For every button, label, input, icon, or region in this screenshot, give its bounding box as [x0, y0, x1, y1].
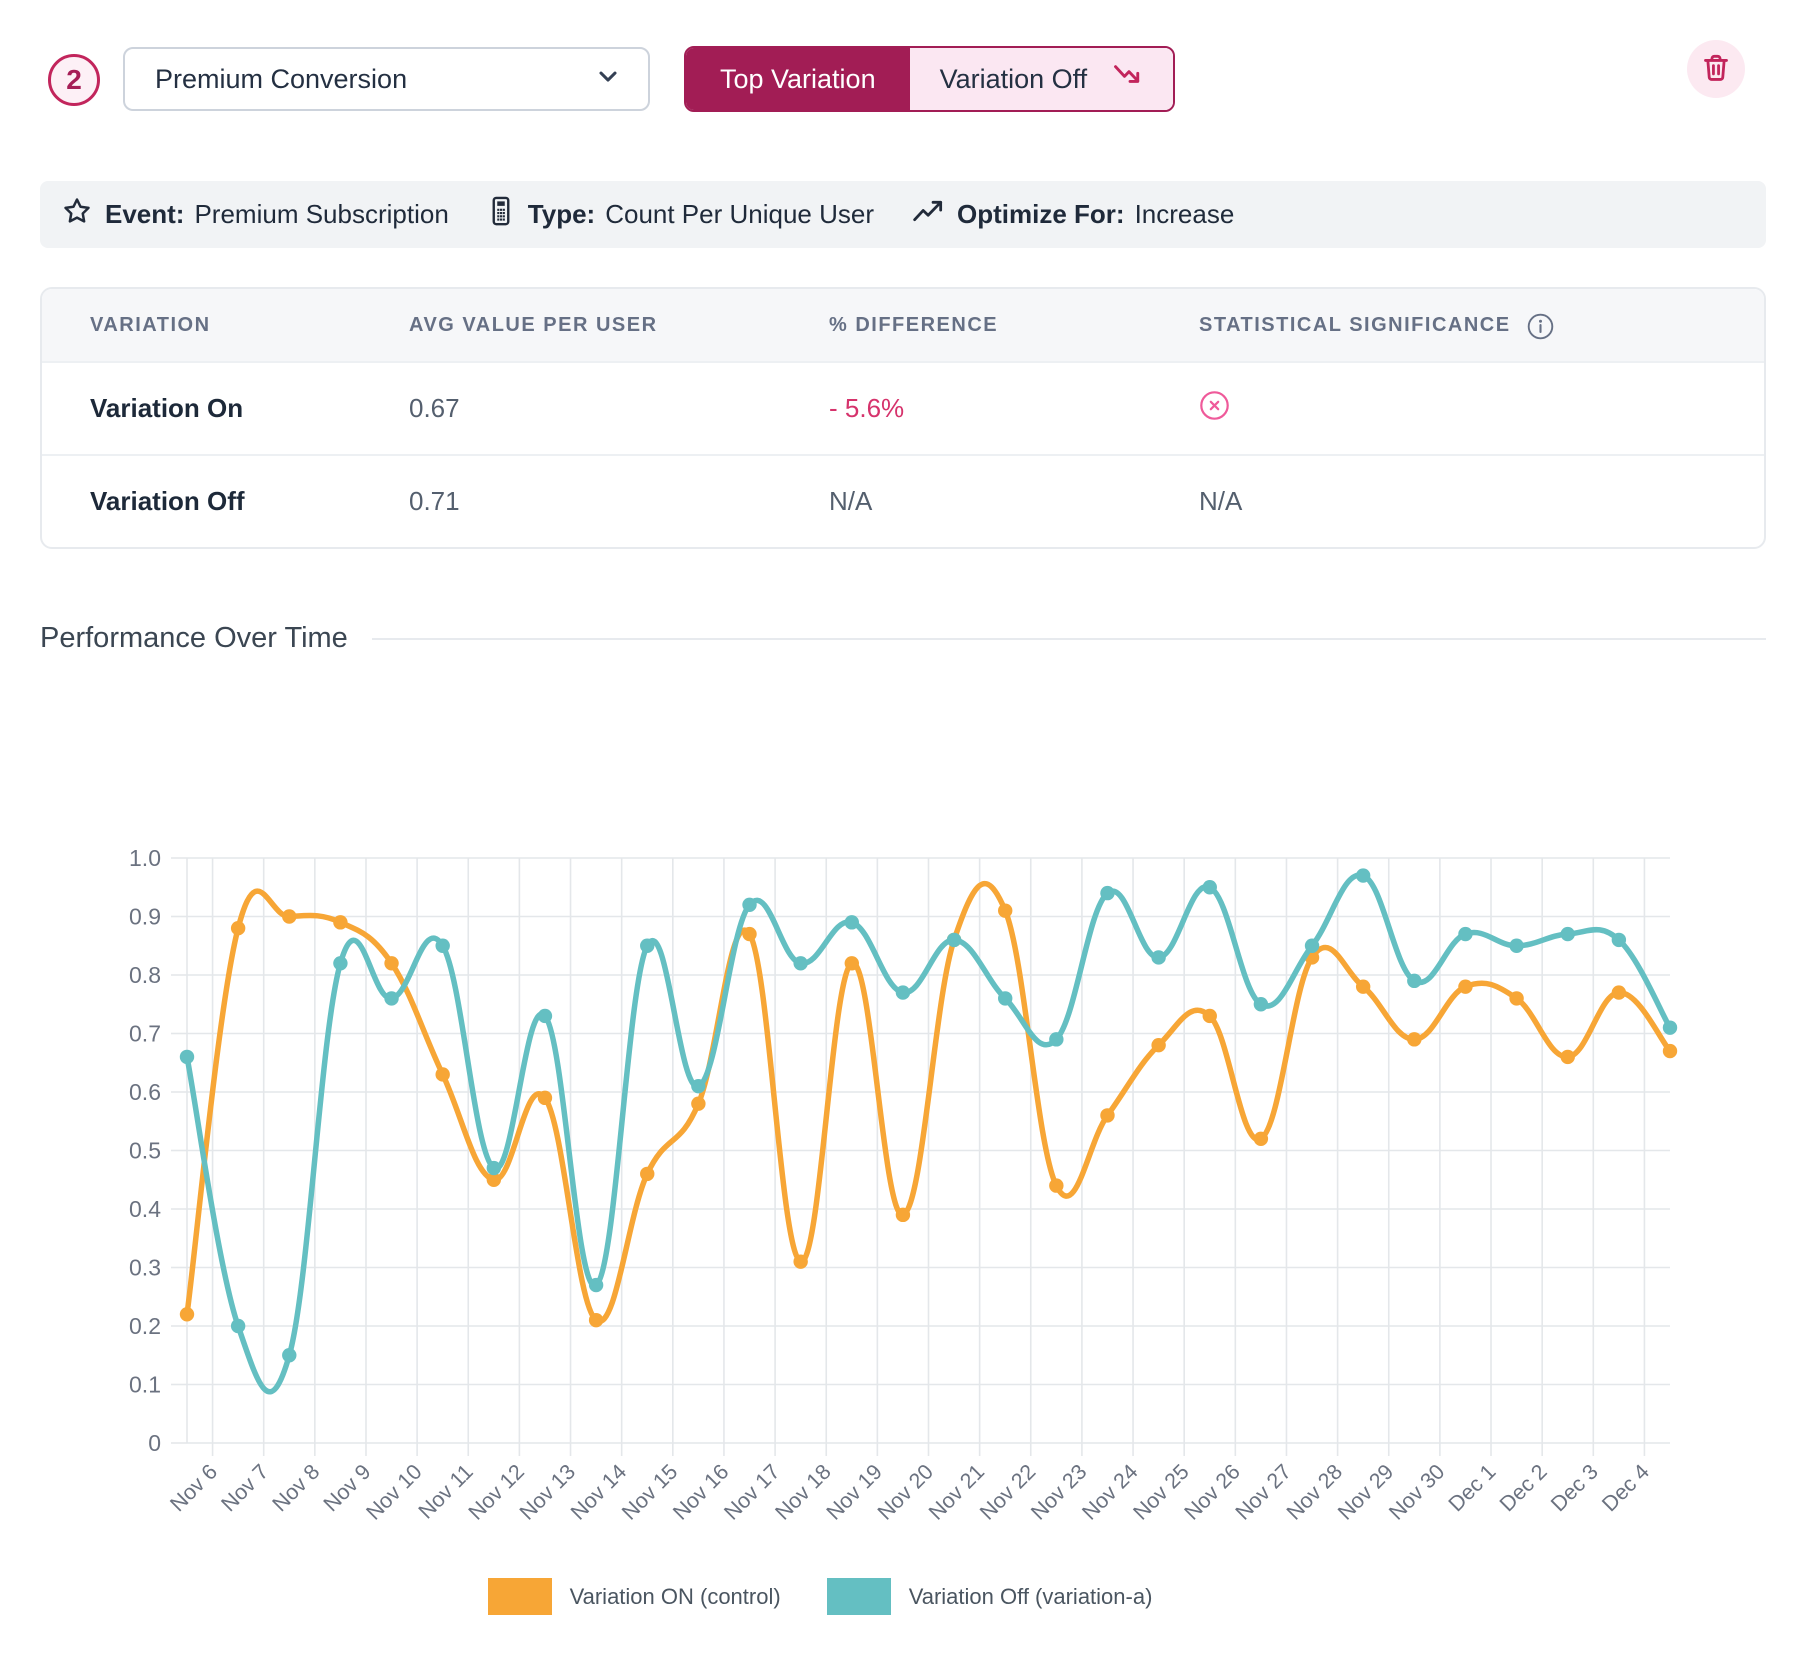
x-circle-icon — [1199, 390, 1230, 421]
chevron-down-icon — [594, 62, 622, 97]
delete-metric-button[interactable] — [1687, 40, 1745, 98]
performance-section-title: Performance Over Time — [40, 622, 348, 655]
winning-variation-label: Variation Off — [940, 64, 1088, 95]
svg-text:Nov 12: Nov 12 — [464, 1460, 529, 1525]
svg-text:Nov 21: Nov 21 — [924, 1460, 989, 1525]
svg-text:0.8: 0.8 — [129, 962, 161, 988]
svg-text:Nov 25: Nov 25 — [1129, 1460, 1194, 1525]
svg-text:Nov 26: Nov 26 — [1180, 1460, 1245, 1525]
legend-item[interactable]: Variation ON (control) — [488, 1578, 781, 1615]
col-difference: % DIFFERENCE — [829, 314, 1199, 337]
svg-text:0.6: 0.6 — [129, 1079, 161, 1105]
svg-text:0.9: 0.9 — [129, 904, 161, 930]
type-label: Type: — [528, 199, 595, 230]
summary-type: Type: Count Per Unique User — [487, 196, 874, 233]
row-avg-value: 0.67 — [409, 393, 829, 424]
legend-label: Variation ON (control) — [570, 1584, 781, 1610]
metric-index-badge: 2 — [48, 54, 100, 106]
winning-variation-button[interactable]: Variation Off — [910, 48, 1174, 110]
svg-text:1.0: 1.0 — [129, 845, 161, 871]
summary-optimize-for: Optimize For: Increase — [912, 198, 1234, 231]
optimize-for-label: Optimize For: — [957, 199, 1125, 230]
results-table: VARIATION AVG VALUE PER USER % DIFFERENC… — [40, 287, 1766, 549]
svg-text:Nov 15: Nov 15 — [617, 1460, 682, 1525]
svg-text:0.1: 0.1 — [129, 1372, 161, 1398]
event-label: Event: — [105, 199, 184, 230]
row-avg-value: 0.71 — [409, 486, 829, 517]
svg-text:Nov 14: Nov 14 — [566, 1460, 631, 1525]
legend-swatch — [827, 1578, 891, 1615]
svg-text:0.3: 0.3 — [129, 1255, 161, 1281]
optimize-for-value: Increase — [1135, 199, 1235, 230]
trend-down-icon — [1113, 63, 1143, 96]
trend-up-icon — [912, 198, 944, 231]
table-row-variation-off: Variation Off 0.71 N/A N/A — [42, 454, 1764, 547]
row-significance: N/A — [1199, 486, 1764, 517]
star-icon — [62, 196, 92, 233]
svg-text:Nov 11: Nov 11 — [414, 1460, 478, 1524]
svg-text:Nov 28: Nov 28 — [1282, 1460, 1347, 1525]
svg-text:0: 0 — [148, 1430, 161, 1456]
event-value: Premium Subscription — [194, 199, 448, 230]
svg-text:Nov 6: Nov 6 — [165, 1460, 222, 1517]
metric-summary-bar: Event: Premium Subscription Type: Count … — [40, 181, 1766, 248]
performance-chart: 00.10.20.30.40.50.60.70.80.91.0Nov 6Nov … — [100, 845, 1740, 1645]
svg-text:Nov 13: Nov 13 — [515, 1460, 580, 1525]
col-significance: STATISTICAL SIGNIFICANCE — [1199, 314, 1511, 337]
calculator-icon — [487, 196, 515, 233]
row-variation-name: Variation On — [42, 393, 409, 424]
summary-event: Event: Premium Subscription — [62, 196, 449, 233]
variation-winner-toggle: Top Variation Variation Off — [684, 46, 1175, 112]
svg-text:Dec 1: Dec 1 — [1444, 1460, 1501, 1517]
svg-text:Dec 2: Dec 2 — [1495, 1460, 1552, 1517]
row-variation-name: Variation Off — [42, 486, 409, 517]
svg-text:Nov 27: Nov 27 — [1231, 1460, 1296, 1525]
table-row-variation-on: Variation On 0.67 - 5.6% — [42, 361, 1764, 454]
metric-selector-value: Premium Conversion — [155, 64, 407, 95]
results-table-header: VARIATION AVG VALUE PER USER % DIFFERENC… — [42, 289, 1764, 361]
svg-text:Nov 17: Nov 17 — [719, 1460, 784, 1525]
svg-text:Nov 29: Nov 29 — [1333, 1460, 1398, 1525]
trash-icon — [1703, 54, 1729, 85]
metric-selector-dropdown[interactable]: Premium Conversion — [123, 47, 650, 111]
svg-text:Nov 10: Nov 10 — [362, 1460, 427, 1525]
legend-label: Variation Off (variation-a) — [909, 1584, 1153, 1610]
row-difference: - 5.6% — [829, 393, 1199, 424]
row-difference: N/A — [829, 486, 1199, 517]
chart-legend: Variation ON (control) Variation Off (var… — [40, 1578, 1600, 1615]
svg-text:Dec 3: Dec 3 — [1546, 1460, 1603, 1517]
svg-text:Nov 23: Nov 23 — [1026, 1460, 1091, 1525]
svg-text:0.7: 0.7 — [129, 1021, 161, 1047]
col-variation: VARIATION — [42, 314, 409, 337]
svg-text:0.5: 0.5 — [129, 1138, 161, 1164]
svg-text:Nov 8: Nov 8 — [268, 1460, 325, 1517]
svg-text:Nov 18: Nov 18 — [771, 1460, 836, 1525]
svg-text:Nov 7: Nov 7 — [217, 1460, 274, 1517]
legend-swatch — [488, 1578, 552, 1615]
svg-text:0.2: 0.2 — [129, 1313, 161, 1339]
top-variation-button[interactable]: Top Variation — [686, 48, 910, 110]
svg-text:Nov 30: Nov 30 — [1384, 1460, 1449, 1525]
svg-text:Dec 4: Dec 4 — [1597, 1460, 1654, 1517]
svg-text:Nov 16: Nov 16 — [668, 1460, 733, 1525]
svg-text:0.4: 0.4 — [129, 1196, 161, 1222]
section-divider — [372, 638, 1766, 640]
svg-text:Nov 20: Nov 20 — [873, 1460, 938, 1525]
performance-chart-svg: 00.10.20.30.40.50.60.70.80.91.0Nov 6Nov … — [100, 845, 1740, 1645]
svg-text:Nov 19: Nov 19 — [822, 1460, 887, 1525]
legend-item[interactable]: Variation Off (variation-a) — [827, 1578, 1153, 1615]
svg-text:Nov 24: Nov 24 — [1077, 1460, 1142, 1525]
svg-text:Nov 22: Nov 22 — [975, 1460, 1040, 1525]
col-avg-value: AVG VALUE PER USER — [409, 314, 829, 337]
info-icon[interactable] — [1527, 313, 1554, 340]
type-value: Count Per Unique User — [605, 199, 874, 230]
